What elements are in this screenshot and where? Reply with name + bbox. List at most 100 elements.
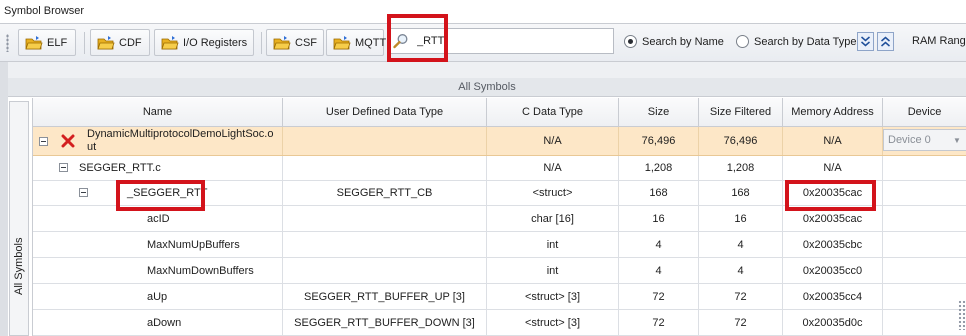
search-by-name-label: Search by Name	[642, 35, 724, 48]
toolbar-separator	[261, 32, 262, 54]
expand-all-button[interactable]	[857, 32, 874, 51]
left-dock-strip	[0, 62, 8, 336]
table-row[interactable]: DynamicMultiprotocolDemoLightSoc.o ut N/…	[33, 127, 966, 156]
folder-open-icon	[97, 35, 115, 49]
address-cell: 0x20035d0c	[783, 310, 883, 335]
name-cell: MaxNumDownBuffers	[33, 258, 283, 283]
folder-open-icon	[333, 35, 351, 49]
name-cell: SEGGER_RTT.c	[33, 156, 283, 180]
device-cell	[883, 258, 966, 283]
size-cell: 4	[619, 232, 699, 257]
table-row[interactable]: aDown SEGGER_RTT_BUFFER_DOWN [3] <struct…	[33, 310, 966, 336]
tree-collapse-toggle[interactable]	[39, 137, 48, 146]
device-dropdown[interactable]: Device 0 ▼	[883, 129, 966, 151]
search-by-data-type-radio[interactable]: Search by Data Type	[736, 35, 857, 48]
name-text: aDown	[147, 317, 182, 329]
column-header-device[interactable]: Device	[883, 98, 966, 127]
address-cell: N/A	[783, 156, 883, 180]
name-text: SEGGER_RTT.c	[79, 162, 161, 174]
table-row[interactable]: SEGGER_RTT.c N/A 1,208 1,208 N/A	[33, 156, 966, 181]
load-csf-button[interactable]: CSF	[266, 29, 324, 56]
address-cell: 0x20035cbc	[783, 232, 883, 257]
folder-open-icon	[25, 35, 43, 49]
udt-cell	[283, 232, 487, 257]
resize-grip[interactable]	[958, 300, 966, 330]
all-symbols-side-tab[interactable]: All Symbols	[9, 101, 29, 336]
side-tab-label: All Symbols	[13, 237, 25, 295]
window-title: Symbol Browser	[0, 0, 966, 24]
size-filtered-cell: 72	[699, 310, 783, 335]
size-filtered-cell: 4	[699, 232, 783, 257]
search-by-name-radio[interactable]: Search by Name	[624, 35, 724, 48]
column-header-c-data-type[interactable]: C Data Type	[487, 98, 619, 127]
udt-cell: SEGGER_RTT_CB	[283, 181, 487, 205]
ctype-cell: N/A	[487, 156, 619, 180]
size-cell: 72	[619, 310, 699, 335]
address-cell: 0x20035cc0	[783, 258, 883, 283]
toolbar-grip[interactable]	[6, 34, 9, 52]
udt-cell	[283, 258, 487, 283]
mqtt-button-label: MQTT	[355, 36, 387, 49]
collapse-all-button[interactable]	[877, 32, 894, 51]
device-dropdown-value: Device 0	[888, 134, 931, 146]
table-row[interactable]: MaxNumDownBuffers int 4 4 0x20035cc0	[33, 258, 966, 284]
error-x-icon	[61, 134, 75, 148]
name-cell: MaxNumUpBuffers	[33, 232, 283, 257]
io-registers-button-label: I/O Registers	[183, 36, 248, 49]
device-cell	[883, 206, 966, 231]
device-cell	[883, 156, 966, 180]
double-chevron-up-icon	[881, 36, 890, 47]
elf-button-label: ELF	[47, 36, 68, 49]
table-row[interactable]: aUp SEGGER_RTT_BUFFER_UP [3] <struct> [3…	[33, 284, 966, 310]
size-filtered-cell: 1,208	[699, 156, 783, 180]
column-header-name[interactable]: Name	[33, 98, 283, 127]
load-cdf-button[interactable]: CDF	[90, 29, 150, 56]
load-mqtt-button[interactable]: MQTT	[326, 29, 387, 56]
address-cell: 0x20035cc4	[783, 284, 883, 309]
name-text: MaxNumDownBuffers	[147, 265, 254, 277]
ctype-cell: <struct> [3]	[487, 284, 619, 309]
toolbar-separator	[84, 32, 85, 54]
name-cell: aDown	[33, 310, 283, 335]
chevron-down-icon: ▼	[953, 135, 961, 145]
column-header-size-filtered[interactable]: Size Filtered	[699, 98, 783, 127]
search-by-data-type-label: Search by Data Type	[754, 35, 857, 48]
tree-collapse-toggle[interactable]	[79, 188, 88, 197]
ram-range-label: RAM Range	[912, 35, 966, 47]
ctype-cell: char [16]	[487, 206, 619, 231]
column-header-user-defined-data-type[interactable]: User Defined Data Type	[283, 98, 487, 127]
size-cell: 1,208	[619, 156, 699, 180]
address-cell: N/A	[783, 127, 883, 155]
ctype-cell: int	[487, 258, 619, 283]
load-io-registers-button[interactable]: I/O Registers	[154, 29, 254, 56]
folder-open-icon	[273, 35, 291, 49]
name-text: acID	[147, 213, 170, 225]
symbol-name-highlight-box	[116, 180, 205, 211]
ctype-cell: <struct>	[487, 181, 619, 205]
size-cell: 4	[619, 258, 699, 283]
name-text-line2: ut	[87, 141, 97, 153]
name-cell: aUp	[33, 284, 283, 309]
ctype-cell: N/A	[487, 127, 619, 155]
udt-cell	[283, 156, 487, 180]
name-text-line1: DynamicMultiprotocolDemoLightSoc.o	[87, 128, 274, 140]
tree-collapse-toggle[interactable]	[59, 163, 68, 172]
name-text: aUp	[147, 291, 168, 303]
size-filtered-cell: 76,496	[699, 127, 783, 155]
ctype-cell: int	[487, 232, 619, 257]
load-elf-button[interactable]: ELF	[18, 29, 76, 56]
table-row[interactable]: MaxNumUpBuffers int 4 4 0x20035cbc	[33, 232, 966, 258]
symbols-table: Name User Defined Data Type C Data Type …	[32, 98, 966, 336]
name-text: MaxNumUpBuffers	[147, 239, 240, 251]
address-highlight-box	[785, 180, 876, 211]
panel-top-band	[8, 62, 966, 78]
size-filtered-cell: 168	[699, 181, 783, 205]
radio-selected-indicator	[624, 35, 637, 48]
panel-header: All Symbols	[8, 78, 966, 97]
device-cell	[883, 284, 966, 309]
column-header-size[interactable]: Size	[619, 98, 699, 127]
radio-unselected-indicator	[736, 35, 749, 48]
column-header-memory-address[interactable]: Memory Address	[783, 98, 883, 127]
udt-cell	[283, 206, 487, 231]
search-highlight-box	[387, 14, 448, 62]
